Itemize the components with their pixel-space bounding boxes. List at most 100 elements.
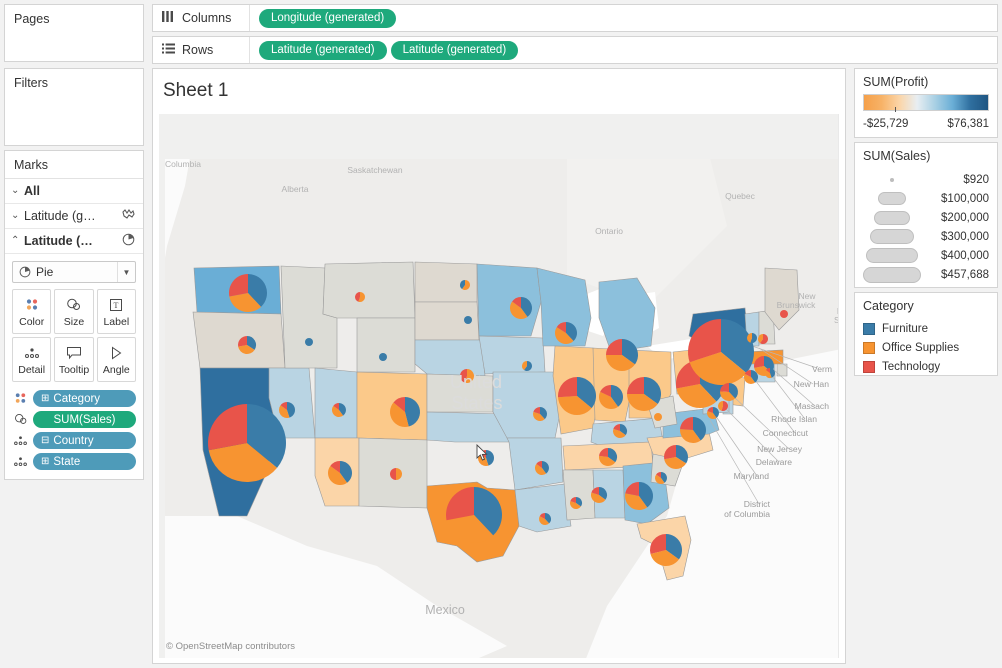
marks-pill-category[interactable]: ⊞ Category (12, 390, 136, 407)
chevron-down-icon[interactable]: ⌄ (11, 186, 24, 196)
pie-mark-ohio[interactable] (627, 377, 661, 411)
legend-sum-profit[interactable]: SUM(Profit) -$25,729 $76,381 (854, 68, 998, 138)
pie-mark-mississippi[interactable] (570, 497, 582, 509)
pie-mark-new-york[interactable] (688, 319, 754, 385)
mouse-cursor-icon (476, 444, 488, 467)
rows-shelf[interactable]: Rows Latitude (generated) Latitude (gene… (152, 36, 998, 64)
map-state-minnesota[interactable] (477, 264, 541, 336)
pie-mark-new-jersey[interactable] (720, 383, 738, 401)
map-state-louisiana[interactable] (515, 484, 571, 532)
pie-mark-texas[interactable] (446, 487, 502, 543)
rows-icon (162, 43, 175, 57)
pie-mark-south-carolina[interactable] (655, 472, 667, 484)
map-svg[interactable]: BritishColumbiaAlbertaSaskatchewanManito… (159, 114, 839, 658)
pie-mark-delaware[interactable] (718, 401, 728, 411)
pie-mark-idaho[interactable] (305, 338, 313, 346)
map-state-arkansas[interactable] (507, 438, 563, 490)
pie-mark-west-virginia[interactable] (654, 413, 662, 421)
size-legend-item[interactable]: $300,000 (863, 227, 989, 246)
pie-mark-missouri[interactable] (533, 407, 547, 421)
pie-mark-washington[interactable] (229, 274, 267, 312)
pie-mark-california[interactable] (208, 404, 286, 482)
pie-mark-colorado[interactable] (390, 397, 420, 427)
category-legend-item[interactable]: Furniture (863, 319, 989, 338)
shelf-pill-latitude-2[interactable]: Latitude (generated) (391, 41, 519, 60)
pie-mark-illinois[interactable] (558, 377, 596, 415)
legend-sum-sales[interactable]: SUM(Sales) $920$100,000$200,000$300,000$… (854, 142, 998, 288)
map-state-oregon[interactable] (193, 312, 285, 368)
pie-mark-nevada[interactable] (279, 402, 295, 418)
angle-button[interactable]: Angle (97, 337, 136, 382)
map-state-utah[interactable] (315, 368, 357, 438)
pie-mark-georgia[interactable] (625, 482, 653, 510)
chevron-down-icon[interactable]: ⌄ (11, 211, 24, 221)
map-state-montana[interactable] (323, 262, 415, 318)
chevron-down-icon[interactable]: ▼ (117, 262, 135, 282)
pill-country[interactable]: ⊟ Country (33, 432, 136, 449)
map-state-mississippi[interactable] (563, 470, 595, 520)
pie-mark-iowa[interactable] (522, 361, 532, 371)
marks-pill-country[interactable]: ⊟ Country (12, 432, 136, 449)
pages-card[interactable]: Pages (4, 4, 144, 62)
shelf-pill-latitude-1[interactable]: Latitude (generated) (259, 41, 387, 60)
pie-mark-louisiana[interactable] (539, 513, 551, 525)
category-legend-item[interactable]: Technology (863, 357, 989, 376)
size-legend-item[interactable]: $100,000 (863, 189, 989, 208)
shelf-pill-longitude[interactable]: Longitude (generated) (259, 9, 396, 28)
mark-type-select[interactable]: Pie ▼ (12, 261, 136, 283)
pie-mark-maine[interactable] (780, 310, 788, 318)
marks-pill-state[interactable]: ⊞ State (12, 453, 136, 470)
pie-mark-maryland[interactable] (707, 407, 719, 419)
pie-mark-north-dakota[interactable] (460, 280, 470, 290)
marks-row-all[interactable]: ⌄ All (5, 179, 143, 204)
pie-mark-arizona[interactable] (328, 461, 352, 485)
size-button[interactable]: Size (54, 289, 93, 334)
pie-mark-utah[interactable] (332, 403, 346, 417)
map-state-missouri[interactable] (493, 372, 561, 438)
detail-button[interactable]: Detail (12, 337, 51, 382)
pie-mark-north-carolina[interactable] (664, 445, 688, 469)
pie-mark-minnesota[interactable] (510, 297, 532, 319)
pie-mark-wisconsin[interactable] (555, 322, 577, 344)
map-state-wyoming[interactable] (357, 318, 415, 372)
pie-mark-new-mexico[interactable] (390, 468, 402, 480)
columns-shelf[interactable]: Columns Longitude (generated) (152, 4, 998, 32)
marks-row-latitude-pie[interactable]: ⌃ Latitude (… (5, 229, 143, 254)
size-legend-item[interactable]: $200,000 (863, 208, 989, 227)
category-legend-item[interactable]: Office Supplies (863, 338, 989, 357)
legend-category[interactable]: Category FurnitureOffice SuppliesTechnol… (854, 292, 998, 376)
map-canvas[interactable]: BritishColumbiaAlbertaSaskatchewanManito… (159, 114, 839, 658)
color-button[interactable]: Color (12, 289, 51, 334)
pill-sum-sales[interactable]: SUM(Sales) (33, 411, 136, 428)
pie-mark-new-hampshire[interactable] (758, 334, 768, 344)
pie-mark-vermont[interactable] (747, 333, 757, 343)
map-background-label: Mexico (425, 603, 465, 617)
pie-mark-arkansas[interactable] (535, 461, 549, 475)
size-legend-item[interactable]: $400,000 (863, 246, 989, 265)
size-legend-item[interactable]: $920 (863, 170, 989, 189)
marks-row-latitude-generated[interactable]: ⌄ Latitude (g… (5, 204, 143, 229)
pie-mark-rhode-island[interactable] (765, 368, 775, 378)
pie-mark-virginia[interactable] (680, 417, 706, 443)
pie-mark-florida[interactable] (650, 534, 682, 566)
pill-category[interactable]: ⊞ Category (33, 390, 136, 407)
pie-mark-alabama[interactable] (591, 487, 607, 503)
pie-mark-kentucky[interactable] (613, 424, 627, 438)
pie-mark-indiana[interactable] (599, 385, 623, 409)
pie-mark-tennessee[interactable] (599, 448, 617, 466)
marks-pill-sum-sales[interactable]: SUM(Sales) (12, 411, 136, 428)
filters-card[interactable]: Filters (4, 68, 144, 146)
pie-mark-montana[interactable] (355, 292, 365, 302)
pie-mark-michigan[interactable] (606, 339, 638, 371)
pie-mark-south-dakota[interactable] (464, 316, 472, 324)
map-state-nebraska[interactable] (415, 340, 485, 376)
chevron-up-icon[interactable]: ⌃ (11, 236, 24, 246)
size-legend-item[interactable]: $457,688 (863, 265, 989, 284)
map-state-iowa[interactable] (479, 336, 545, 374)
label-button[interactable]: T Label (97, 289, 136, 334)
pie-mark-connecticut[interactable] (744, 370, 758, 384)
pie-mark-wyoming[interactable] (379, 353, 387, 361)
pie-mark-oregon[interactable] (238, 336, 256, 354)
tooltip-button[interactable]: Tooltip (54, 337, 93, 382)
pill-state[interactable]: ⊞ State (33, 453, 136, 470)
